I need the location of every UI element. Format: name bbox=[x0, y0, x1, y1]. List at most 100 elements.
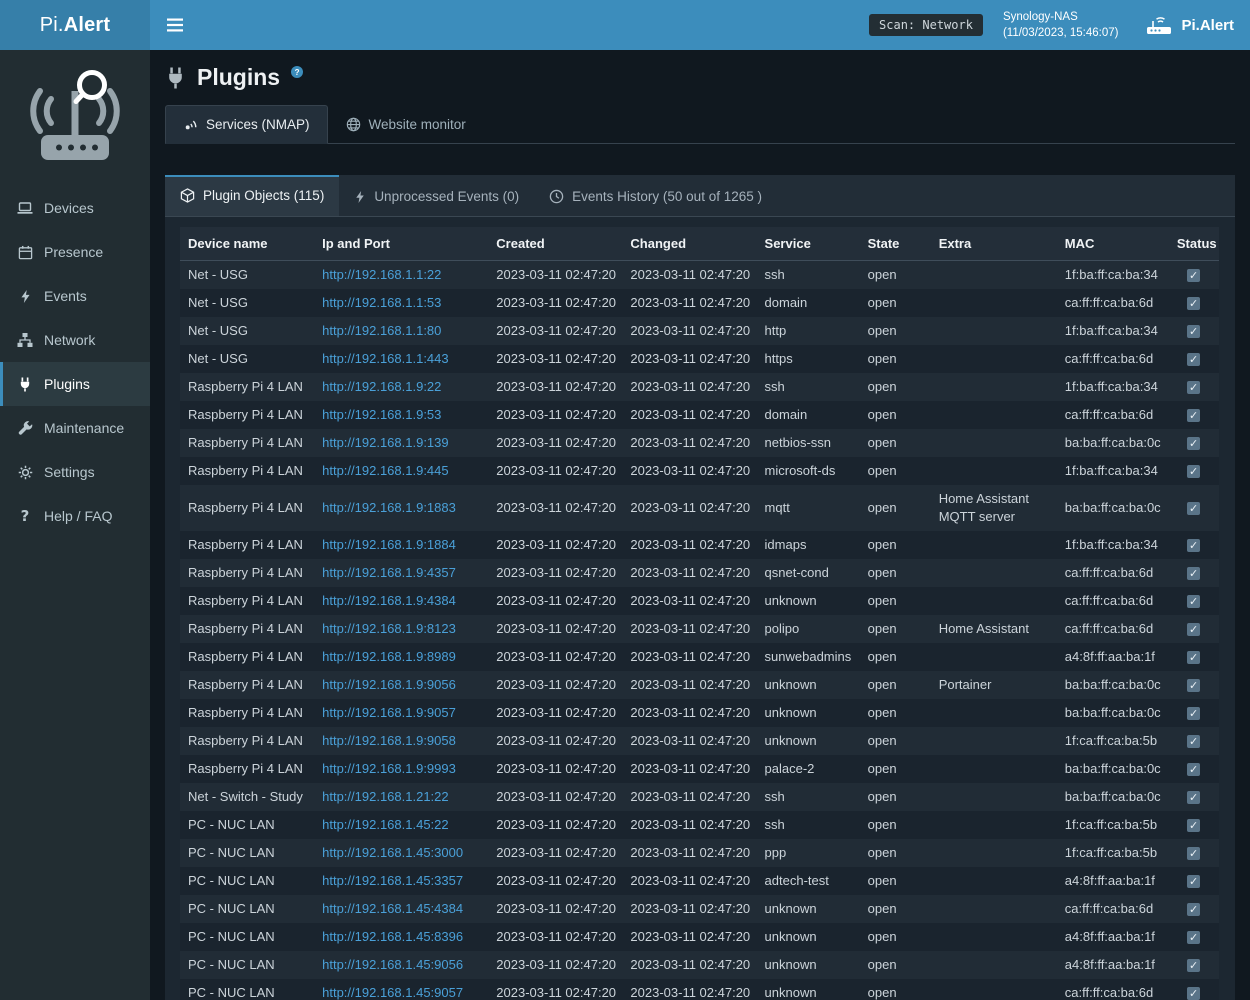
cell-status bbox=[1169, 261, 1219, 290]
status-checkbox[interactable] bbox=[1187, 903, 1200, 916]
ip-port-link[interactable]: http://192.168.1.9:1883 bbox=[322, 500, 456, 515]
status-checkbox[interactable] bbox=[1187, 791, 1200, 804]
status-checkbox[interactable] bbox=[1187, 707, 1200, 720]
status-checkbox[interactable] bbox=[1187, 353, 1200, 366]
sidebar-item-presence[interactable]: Presence bbox=[0, 230, 150, 274]
status-checkbox[interactable] bbox=[1187, 502, 1200, 515]
sidebar-item-maintenance[interactable]: Maintenance bbox=[0, 406, 150, 450]
cell-extra bbox=[931, 401, 1057, 429]
plugin-tabs: Services (NMAP) Website monitor bbox=[165, 105, 1235, 144]
cell-changed: 2023-03-11 02:47:20 bbox=[622, 587, 756, 615]
subtab-events-history[interactable]: Events History (50 out of 1265 ) bbox=[534, 175, 777, 216]
cell-ip-port: http://192.168.1.45:9057 bbox=[314, 979, 488, 1000]
status-checkbox[interactable] bbox=[1187, 931, 1200, 944]
cell-mac: ca:ff:ff:ca:ba:6d bbox=[1057, 615, 1169, 643]
status-checkbox[interactable] bbox=[1187, 465, 1200, 478]
sidebar-item-devices[interactable]: Devices bbox=[0, 186, 150, 230]
cell-state: open bbox=[860, 373, 931, 401]
status-checkbox[interactable] bbox=[1187, 847, 1200, 860]
ip-port-link[interactable]: http://192.168.1.45:8396 bbox=[322, 929, 463, 944]
device-shortcut[interactable]: Pi.Alert bbox=[1146, 15, 1250, 35]
ip-port-link[interactable]: http://192.168.1.9:9056 bbox=[322, 677, 456, 692]
status-checkbox[interactable] bbox=[1187, 987, 1200, 1000]
status-checkbox[interactable] bbox=[1187, 297, 1200, 310]
ip-port-link[interactable]: http://192.168.1.45:3357 bbox=[322, 873, 463, 888]
status-checkbox[interactable] bbox=[1187, 651, 1200, 664]
cell-device-name: Net - USG bbox=[180, 345, 314, 373]
status-checkbox[interactable] bbox=[1187, 623, 1200, 636]
ip-port-link[interactable]: http://192.168.1.45:9056 bbox=[322, 957, 463, 972]
sidebar-item-events[interactable]: Events bbox=[0, 274, 150, 318]
menu-icon[interactable] bbox=[150, 0, 200, 50]
ip-port-link[interactable]: http://192.168.1.9:9993 bbox=[322, 761, 456, 776]
ip-port-link[interactable]: http://192.168.1.9:22 bbox=[322, 379, 441, 394]
status-checkbox[interactable] bbox=[1187, 325, 1200, 338]
cell-service: palace-2 bbox=[757, 755, 860, 783]
status-checkbox[interactable] bbox=[1187, 437, 1200, 450]
ip-port-link[interactable]: http://192.168.1.9:8123 bbox=[322, 621, 456, 636]
tab-services-nmap[interactable]: Services (NMAP) bbox=[165, 105, 328, 144]
brand[interactable]: Pi.Alert bbox=[0, 0, 150, 50]
ip-port-link[interactable]: http://192.168.1.9:4357 bbox=[322, 565, 456, 580]
status-checkbox[interactable] bbox=[1187, 539, 1200, 552]
ip-port-link[interactable]: http://192.168.1.9:139 bbox=[322, 435, 449, 450]
status-checkbox[interactable] bbox=[1187, 875, 1200, 888]
status-checkbox[interactable] bbox=[1187, 409, 1200, 422]
subtab-unprocessed-events[interactable]: Unprocessed Events (0) bbox=[339, 175, 534, 216]
ip-port-link[interactable]: http://192.168.1.9:53 bbox=[322, 407, 441, 422]
sidebar-item-settings[interactable]: Settings bbox=[0, 450, 150, 494]
status-checkbox[interactable] bbox=[1187, 763, 1200, 776]
ip-port-link[interactable]: http://192.168.1.1:443 bbox=[322, 351, 449, 366]
help-badge[interactable]: ? bbox=[291, 66, 303, 78]
cell-changed: 2023-03-11 02:47:20 bbox=[622, 811, 756, 839]
sidebar-item-help[interactable]: ? Help / FAQ bbox=[0, 494, 150, 538]
ip-port-link[interactable]: http://192.168.1.9:8989 bbox=[322, 649, 456, 664]
cell-ip-port: http://192.168.1.1:80 bbox=[314, 317, 488, 345]
ip-port-link[interactable]: http://192.168.1.9:445 bbox=[322, 463, 449, 478]
cell-changed: 2023-03-11 02:47:20 bbox=[622, 699, 756, 727]
cell-changed: 2023-03-11 02:47:20 bbox=[622, 839, 756, 867]
cell-changed: 2023-03-11 02:47:20 bbox=[622, 643, 756, 671]
status-checkbox[interactable] bbox=[1187, 269, 1200, 282]
status-checkbox[interactable] bbox=[1187, 381, 1200, 394]
laptop-icon bbox=[16, 200, 34, 216]
ip-port-link[interactable]: http://192.168.1.21:22 bbox=[322, 789, 449, 804]
topbar: Pi.Alert Scan: Network Synology-NAS (11/… bbox=[0, 0, 1250, 50]
cell-changed: 2023-03-11 02:47:20 bbox=[622, 289, 756, 317]
cell-mac: ca:ff:ff:ca:ba:6d bbox=[1057, 979, 1169, 1000]
ip-port-link[interactable]: http://192.168.1.45:22 bbox=[322, 817, 449, 832]
ip-port-link[interactable]: http://192.168.1.9:9058 bbox=[322, 733, 456, 748]
cell-ip-port: http://192.168.1.1:53 bbox=[314, 289, 488, 317]
status-checkbox[interactable] bbox=[1187, 735, 1200, 748]
ip-port-link[interactable]: http://192.168.1.1:53 bbox=[322, 295, 441, 310]
sidebar-item-network[interactable]: Network bbox=[0, 318, 150, 362]
status-checkbox[interactable] bbox=[1187, 959, 1200, 972]
table-row: PC - NUC LANhttp://192.168.1.45:90562023… bbox=[180, 951, 1219, 979]
ip-port-link[interactable]: http://192.168.1.45:3000 bbox=[322, 845, 463, 860]
ip-port-link[interactable]: http://192.168.1.9:9057 bbox=[322, 705, 456, 720]
cell-status bbox=[1169, 671, 1219, 699]
cell-status bbox=[1169, 783, 1219, 811]
subtab-plugin-objects[interactable]: Plugin Objects (115) bbox=[165, 175, 339, 216]
ip-port-link[interactable]: http://192.168.1.9:4384 bbox=[322, 593, 456, 608]
ip-port-link[interactable]: http://192.168.1.1:22 bbox=[322, 267, 441, 282]
sidebar-item-plugins[interactable]: Plugins bbox=[0, 362, 150, 406]
cell-mac: ba:ba:ff:ca:ba:0c bbox=[1057, 783, 1169, 811]
tab-website-monitor[interactable]: Website monitor bbox=[328, 105, 484, 144]
status-checkbox[interactable] bbox=[1187, 595, 1200, 608]
ip-port-link[interactable]: http://192.168.1.1:80 bbox=[322, 323, 441, 338]
ip-port-link[interactable]: http://192.168.1.45:9057 bbox=[322, 985, 463, 1000]
status-checkbox[interactable] bbox=[1187, 679, 1200, 692]
cell-device-name: PC - NUC LAN bbox=[180, 923, 314, 951]
ip-port-link[interactable]: http://192.168.1.45:4384 bbox=[322, 901, 463, 916]
status-checkbox[interactable] bbox=[1187, 819, 1200, 832]
cell-status bbox=[1169, 429, 1219, 457]
antenna-scanner-logo-icon bbox=[17, 64, 133, 168]
status-checkbox[interactable] bbox=[1187, 567, 1200, 580]
tab-label: Website monitor bbox=[369, 117, 466, 132]
ip-port-link[interactable]: http://192.168.1.9:1884 bbox=[322, 537, 456, 552]
cell-mac: ca:ff:ff:ca:ba:6d bbox=[1057, 587, 1169, 615]
cell-status bbox=[1169, 559, 1219, 587]
cell-ip-port: http://192.168.1.9:445 bbox=[314, 457, 488, 485]
cell-status bbox=[1169, 485, 1219, 531]
